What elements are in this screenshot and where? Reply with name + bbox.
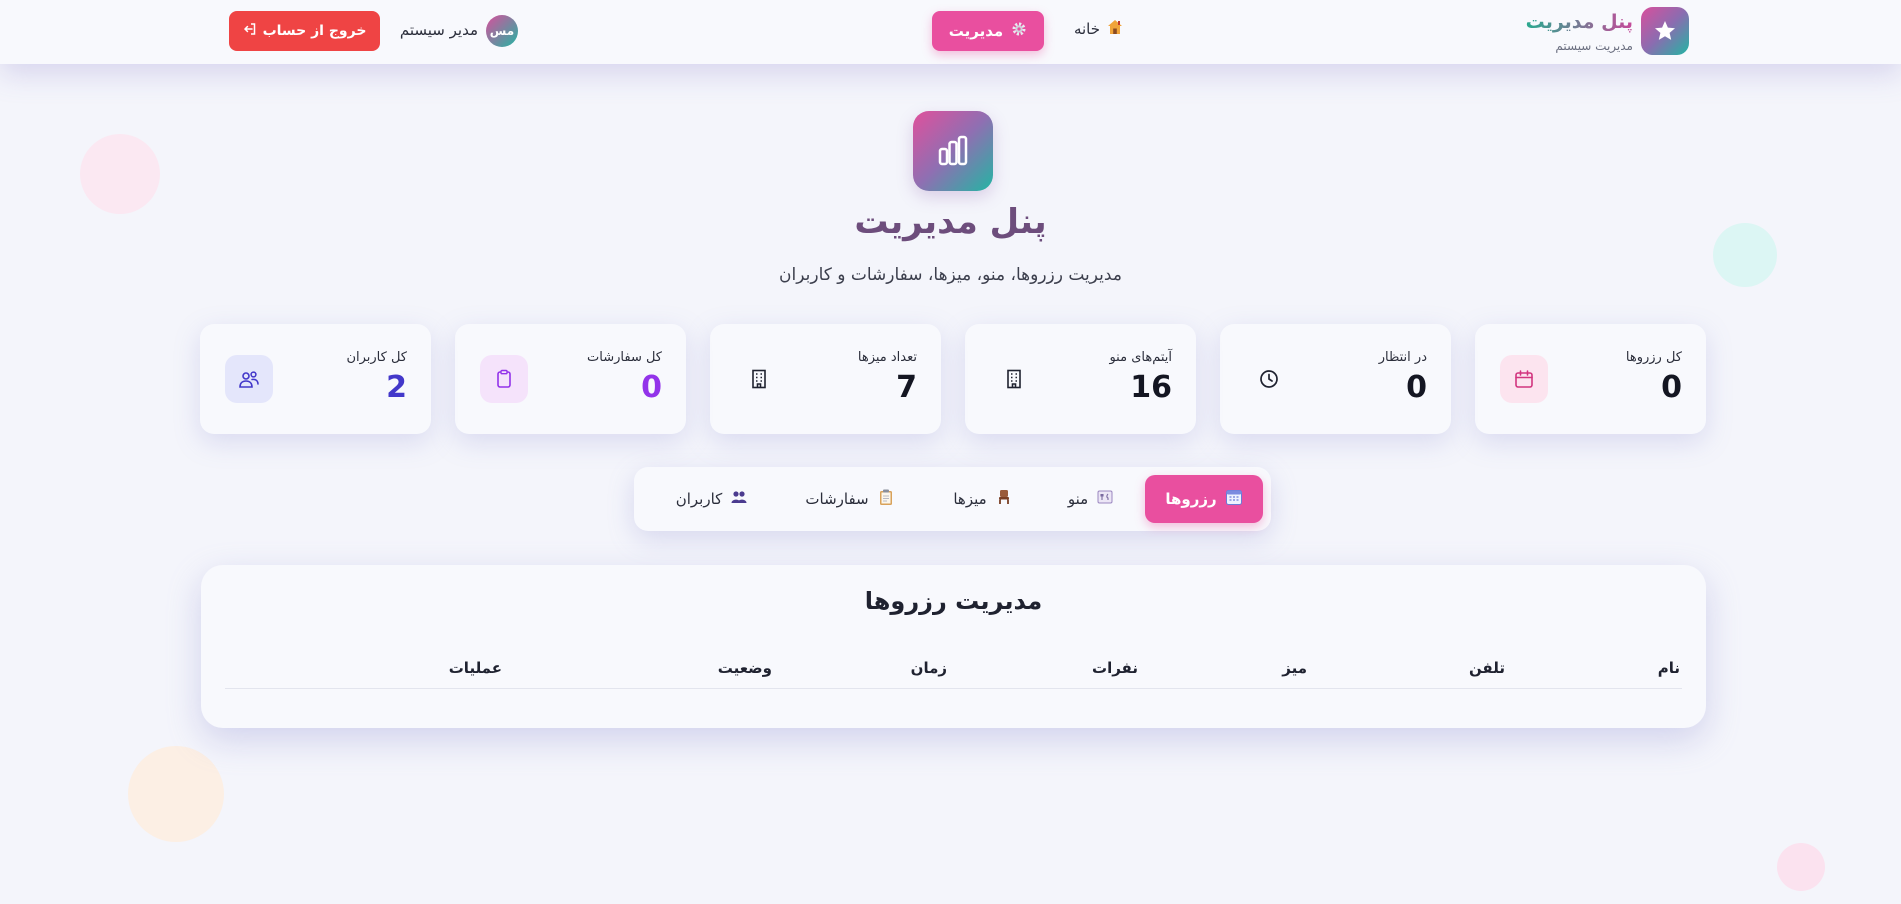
- stat-label: کل سفارشات: [587, 350, 662, 365]
- tab-label: کاربران: [675, 490, 723, 508]
- stat-label: کل رزروها: [1625, 350, 1682, 365]
- page-title: پنل مدیریت: [854, 202, 1047, 242]
- clipboard-icon: [480, 355, 528, 403]
- tab-label: منو: [1067, 490, 1089, 508]
- star-icon: [1641, 7, 1689, 55]
- stat-value: 16: [1130, 370, 1172, 405]
- user-menu[interactable]: مس مدیر سیستم: [394, 13, 518, 49]
- nav-manage-label: مدیریت: [948, 22, 1004, 40]
- column-header: نام: [1657, 659, 1680, 677]
- column-header: زمان: [910, 659, 947, 677]
- column-header: وضعیت: [717, 659, 772, 677]
- user-name: مدیر سیستم: [399, 21, 478, 39]
- tab-menu[interactable]: منو: [1050, 475, 1132, 523]
- tab-label: رزروها: [1165, 490, 1217, 508]
- stat-card-users: کل کاربران 2: [200, 324, 431, 434]
- chair-icon: [995, 488, 1013, 510]
- tab-reservations[interactable]: رزروها: [1145, 475, 1263, 523]
- stat-card-reservations: کل رزروها 0: [1475, 324, 1706, 434]
- tab-label: میزها: [953, 490, 987, 508]
- stat-label: کل کاربران: [346, 350, 407, 365]
- stat-value: 0: [1406, 370, 1427, 405]
- users-icon: [730, 488, 748, 510]
- building-icon: [735, 355, 783, 403]
- stat-card-pending: در انتظار 0: [1220, 324, 1451, 434]
- avatar: مس: [486, 15, 518, 47]
- column-header: میز: [1282, 659, 1307, 677]
- column-header: نفرات: [1092, 659, 1138, 677]
- column-header: تلفن: [1468, 659, 1505, 677]
- building-icon: [990, 355, 1038, 403]
- nav-manage-button[interactable]: مدیریت: [932, 11, 1044, 51]
- stat-card-tables: تعداد میزها 7: [710, 324, 941, 434]
- decor-bubble: [1777, 843, 1825, 891]
- tab-label: سفارشات: [805, 490, 869, 508]
- tab-tables[interactable]: میزها: [928, 475, 1038, 523]
- chart-bars-icon: [913, 111, 993, 191]
- stat-value: 0: [641, 370, 662, 405]
- nav-home-label: خانه: [1073, 20, 1100, 38]
- calendar-icon: [1225, 488, 1243, 510]
- tab-users[interactable]: کاربران: [652, 475, 772, 523]
- nav-home-link[interactable]: خانه: [1058, 14, 1124, 44]
- reservations-panel: مدیریت رزروها نام تلفن میز نفرات زمان وض…: [201, 565, 1706, 728]
- stat-value: 2: [386, 370, 407, 405]
- stat-value: 7: [896, 370, 917, 405]
- navbar: پنل مدیریت مدیریت سیستم خانه مدیریت مس م…: [0, 0, 1901, 64]
- clock-icon: [1245, 355, 1293, 403]
- panel-title: مدیریت رزروها: [864, 587, 1043, 615]
- stat-value: 0: [1661, 370, 1682, 405]
- logout-icon: [243, 22, 257, 40]
- menu-card-icon: [1096, 488, 1114, 510]
- page-subtitle: مدیریت رزروها، منو، میزها، سفارشات و کار…: [779, 265, 1122, 285]
- brand-title: پنل مدیریت: [1525, 11, 1633, 33]
- brand-subtitle: مدیریت سیستم: [1555, 39, 1633, 53]
- section-tabs: رزروها منو میزها سفارشات کاربران: [634, 467, 1271, 531]
- stat-card-orders: کل سفارشات 0: [455, 324, 686, 434]
- gear-icon: [1011, 21, 1027, 41]
- decor-bubble: [128, 746, 224, 842]
- logout-button[interactable]: خروج از حساب: [229, 11, 380, 51]
- house-icon: [1106, 18, 1124, 40]
- stat-label: در انتظار: [1378, 350, 1427, 365]
- logout-label: خروج از حساب: [262, 23, 367, 39]
- table-header: نام تلفن میز نفرات زمان وضعیت عملیات: [225, 659, 1682, 689]
- brand[interactable]: پنل مدیریت مدیریت سیستم: [1526, 7, 1689, 57]
- users-icon: [225, 355, 273, 403]
- clipboard-icon: [877, 488, 895, 510]
- column-header: عملیات: [448, 659, 502, 677]
- stat-label: آیتم‌های منو: [1109, 350, 1172, 365]
- stats-row: کل رزروها 0 در انتظار 0 آیتم‌های منو 16: [200, 324, 1706, 434]
- calendar-icon: [1500, 355, 1548, 403]
- stat-card-menu-items: آیتم‌های منو 16: [965, 324, 1196, 434]
- stat-label: تعداد میزها: [857, 350, 917, 365]
- tab-orders[interactable]: سفارشات: [784, 475, 916, 523]
